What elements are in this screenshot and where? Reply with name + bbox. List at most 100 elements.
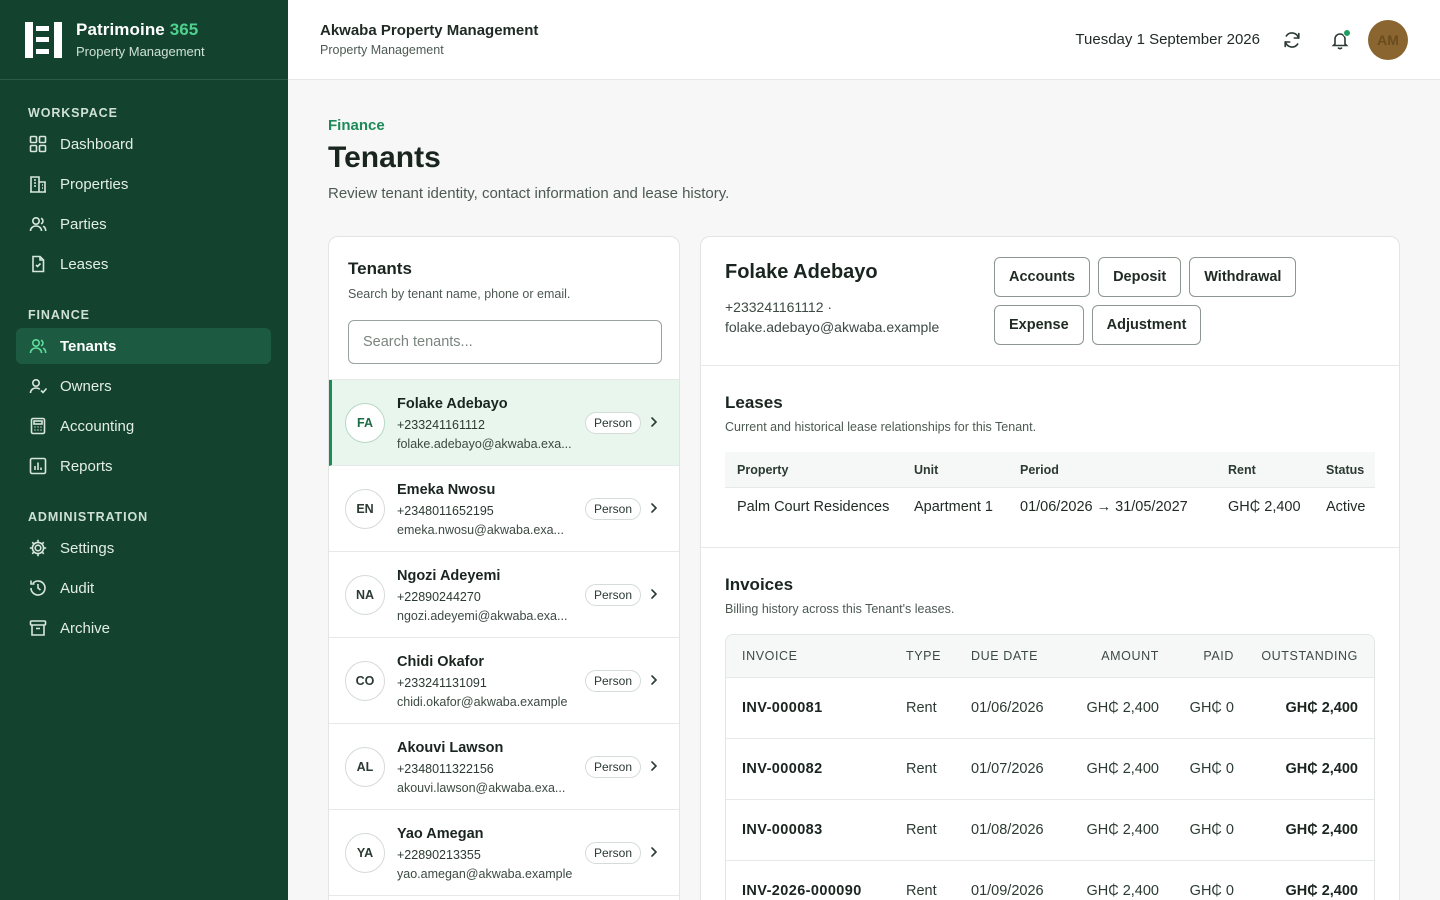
sidebar-item-accounting[interactable]: Accounting (16, 408, 271, 444)
table-row[interactable]: INV-000083 Rent 01/08/2026 GH₵ 2,400 GH₵ 0 GH… (726, 800, 1374, 861)
user-check-icon (28, 376, 48, 396)
invoice-type: Rent (906, 883, 937, 899)
sidebar-item-tenants[interactable]: Tenants (16, 328, 271, 364)
tenant-item-phone: +22890244270 (397, 590, 481, 604)
leases-subtitle: Current and historical lease relationshi… (725, 420, 1037, 434)
invoice-amount: GH₵ 2,400 (1086, 761, 1159, 777)
sidebar-item-leases[interactable]: Leases (16, 246, 271, 282)
invoice-amount: GH₵ 2,400 (1086, 700, 1159, 716)
sidebar-item-label: Settings (60, 539, 115, 557)
type-badge: Person (584, 756, 641, 778)
history-icon (28, 578, 48, 598)
tenant-email: folake.adebayo@akwaba.example (725, 319, 940, 335)
document-icon (28, 254, 48, 274)
lease-status: Active (1326, 499, 1366, 515)
lease-rent: GH₵ 2,400 (1228, 499, 1301, 515)
sidebar-item-archive[interactable]: Archive (16, 610, 271, 646)
tenant-item-name: Chidi Okafor (397, 654, 485, 670)
sidebar-item-reports[interactable]: Reports (16, 448, 271, 484)
avatar: AL (345, 747, 385, 787)
sidebar: Patrimoine 365 Property Management WORKS… (0, 0, 288, 900)
invoice-paid: GH₵ 0 (1189, 761, 1234, 777)
tenant-list-item[interactable]: FA Folake Adebayo +233241161112 folake.adeb… (329, 380, 679, 466)
invoice-outstanding: GH₵ 2,400 (1285, 822, 1358, 838)
tenant-list-item[interactable]: CO Chidi Okafor +233241131091 chidi.okafor@… (329, 638, 679, 724)
column-header[interactable]: INVOICE (742, 635, 798, 677)
sidebar-item-label: Reports (60, 457, 113, 475)
column-header[interactable]: Status (1326, 452, 1364, 487)
invoice-outstanding: GH₵ 2,400 (1285, 761, 1358, 777)
sidebar-item-properties[interactable]: Properties (16, 166, 271, 202)
table-row[interactable]: INV-000082 Rent 01/07/2026 GH₵ 2,400 GH₵ 0 GH… (726, 739, 1374, 800)
tenant-list-item[interactable]: AL Akouvi Lawson +2348011322156 akouvi.laws… (329, 724, 679, 810)
invoices-title: Invoices (725, 575, 794, 594)
nav-section-title: FINANCE (28, 308, 90, 322)
tenant-item-phone: +2348011652195 (397, 504, 494, 518)
adjustment-button[interactable]: Adjustment (1091, 305, 1202, 345)
tenant-item-phone: +233241161112 (397, 418, 485, 432)
invoice-number: INV-000083 (742, 822, 823, 838)
tenant-item-name: Ngozi Adeyemi (397, 568, 501, 584)
breadcrumb[interactable]: Finance (328, 117, 385, 134)
brand[interactable]: Patrimoine 365 Property Management (0, 0, 288, 80)
column-header[interactable]: PAID (1166, 635, 1234, 677)
table-row[interactable]: INV-000081 Rent 01/06/2026 GH₵ 2,400 GH₵ 0 GH… (726, 678, 1374, 739)
column-header[interactable]: Property (737, 452, 788, 487)
sidebar-item-label: Accounting (60, 417, 135, 435)
invoice-due-date: 01/09/2026 (971, 883, 1044, 899)
type-badge: Person (584, 584, 641, 606)
expense-button[interactable]: Expense (994, 305, 1084, 345)
nav-section-title: ADMINISTRATION (28, 510, 148, 524)
tenant-list-item[interactable]: YA Yao Amegan +22890213355 yao.amegan@akwab… (329, 810, 679, 896)
sidebar-item-settings[interactable]: Settings (16, 530, 271, 566)
column-header[interactable]: Unit (914, 452, 938, 487)
tenant-item-name: Emeka Nwosu (397, 482, 496, 498)
avatar[interactable]: AM (1368, 20, 1408, 60)
column-header[interactable]: Period (1020, 452, 1059, 487)
search-input[interactable] (348, 320, 662, 364)
notifications-button[interactable] (1328, 28, 1352, 52)
sidebar-item-audit[interactable]: Audit (16, 570, 271, 606)
accounts-button[interactable]: Accounts (994, 257, 1091, 297)
tenant-phone: +233241161112 · (725, 299, 833, 315)
invoice-table-header: INVOICE TYPE DUE DATE AMOUNT PAID OUTSTA… (726, 635, 1374, 678)
tenant-item-name: Folake Adebayo (397, 396, 508, 412)
tenant-list-item[interactable]: EN Emeka Nwosu +2348011652195 emeka.nwosu@a… (329, 466, 679, 552)
sidebar-item-label: Parties (60, 215, 107, 233)
action-buttons: Accounts Deposit Withdrawal Expense Adju… (994, 257, 1314, 345)
column-header[interactable]: DUE DATE (971, 635, 1038, 677)
divider (701, 547, 1399, 548)
table-row[interactable]: INV-2026-000090 Rent 01/09/2026 GH₵ 2,400 GH… (726, 861, 1374, 900)
sidebar-item-label: Owners (60, 377, 112, 395)
tenant-item-email: yao.amegan@akwaba.example (397, 867, 573, 881)
invoice-amount: GH₵ 2,400 (1086, 822, 1159, 838)
bar-chart-icon (28, 456, 48, 476)
table-row[interactable]: Palm Court Residences Apartment 1 01/06/… (725, 488, 1375, 526)
tenant-list-item[interactable]: NA Ngozi Adeyemi +22890244270 ngozi.adeyemi… (329, 552, 679, 638)
type-badge: Person (584, 670, 641, 692)
tenant-name: Folake Adebayo (725, 261, 878, 283)
invoice-number: INV-000082 (742, 761, 823, 777)
chevron-right-icon (651, 847, 658, 857)
sidebar-item-parties[interactable]: Parties (16, 206, 271, 242)
nav-section-administration: ADMINISTRATION Settings Audit Archive (0, 510, 288, 646)
lease-unit: Apartment 1 (914, 499, 993, 515)
refresh-button[interactable] (1280, 28, 1304, 52)
sidebar-item-dashboard[interactable]: Dashboard (16, 126, 271, 162)
lease-period: 01/06/2026 → 31/05/2027 (1020, 499, 1188, 515)
deposit-button[interactable]: Deposit (1098, 257, 1182, 297)
invoice-due-date: 01/06/2026 (971, 700, 1044, 716)
gear-icon (28, 538, 48, 558)
tenant-item-email: emeka.nwosu@akwaba.exa... (397, 523, 564, 537)
invoice-paid: GH₵ 0 (1189, 883, 1234, 899)
column-header[interactable]: TYPE (906, 635, 941, 677)
column-header[interactable]: Rent (1228, 452, 1256, 487)
avatar: FA (345, 403, 385, 443)
brand-subtitle: Property Management (76, 44, 205, 59)
nav-section-finance: FINANCE Tenants Owners Accounting Report… (0, 308, 288, 484)
column-header[interactable]: AMOUNT (1056, 635, 1159, 677)
column-header[interactable]: OUTSTANDING (1246, 635, 1358, 677)
withdrawal-button[interactable]: Withdrawal (1189, 257, 1297, 297)
sidebar-item-owners[interactable]: Owners (16, 368, 271, 404)
invoices-subtitle: Billing history across this Tenant's lea… (725, 602, 955, 616)
